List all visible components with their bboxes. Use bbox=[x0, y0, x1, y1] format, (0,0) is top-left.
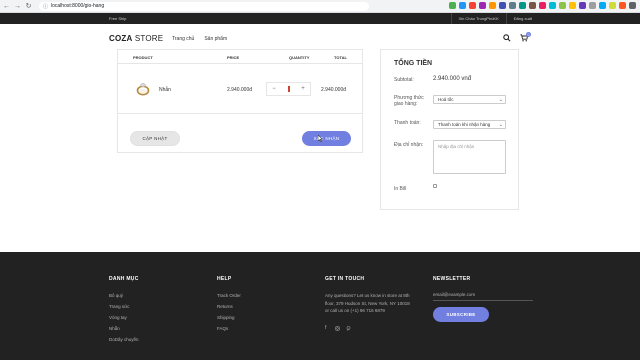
pinterest-icon[interactable] bbox=[346, 326, 351, 331]
chevron-down-icon: ⌄ bbox=[498, 97, 503, 103]
footer-category-link[interactable]: DoDây chuyền bbox=[109, 337, 139, 342]
ring-product-image[interactable] bbox=[135, 81, 151, 97]
footer-category-link[interactable]: Vòng tay bbox=[109, 315, 127, 320]
mouse-pointer-icon bbox=[318, 135, 323, 142]
extension-icon[interactable] bbox=[609, 2, 616, 9]
logo-bold: COZA bbox=[109, 34, 133, 43]
cart-table-header: PRODUCT PRICE QUANTITY TOTAL bbox=[118, 50, 362, 64]
footer-newsletter-title: NEWSLETTER bbox=[433, 276, 471, 282]
column-product: PRODUCT bbox=[133, 55, 153, 60]
footer-categories-title: DANH MỤC bbox=[109, 276, 139, 282]
payment-select[interactable]: Thanh toán khi nhận hàng ⌄ bbox=[433, 120, 506, 129]
logout-link[interactable]: Đăng xuất bbox=[505, 13, 539, 24]
print-bill-checkbox[interactable] bbox=[433, 184, 437, 188]
site-footer: DANH MỤC Bô quý Trang sức Vòng tay Nhẫn … bbox=[0, 252, 640, 360]
address-bar[interactable]: ⓘ localhost:8000/gio-hang bbox=[39, 1, 369, 11]
extension-icon[interactable] bbox=[589, 2, 596, 9]
footer-help-link[interactable]: Shipping bbox=[217, 315, 235, 320]
forward-icon[interactable]: → bbox=[13, 2, 22, 11]
extension-icon[interactable] bbox=[529, 2, 536, 9]
extension-icon[interactable] bbox=[619, 2, 626, 9]
increase-button[interactable]: + bbox=[296, 83, 310, 95]
extension-icon[interactable] bbox=[559, 2, 566, 9]
footer-help-link[interactable]: FAQs bbox=[217, 326, 228, 331]
extension-icon[interactable] bbox=[539, 2, 546, 9]
address-label: Địa chỉ nhận: bbox=[394, 142, 424, 148]
chevron-down-icon: ⌄ bbox=[498, 122, 503, 128]
print-bill-label: In Bill bbox=[394, 186, 407, 192]
totals-title: TỔNG TIỀN bbox=[394, 60, 433, 67]
update-cart-button[interactable]: CẬP NHẬT bbox=[130, 131, 180, 146]
footer-contact-title: GET IN TOUCH bbox=[325, 276, 365, 282]
quantity-stepper[interactable]: − 1 + bbox=[266, 82, 311, 96]
column-total: TOTAL bbox=[334, 55, 347, 60]
footer-category-link[interactable]: Nhẫn bbox=[109, 326, 120, 331]
product-name[interactable]: Nhẫn bbox=[159, 87, 171, 93]
user-greeting-link[interactable]: Xin Chào TrungPhúKK bbox=[450, 13, 506, 24]
decrease-button[interactable]: − bbox=[267, 83, 281, 95]
back-icon[interactable]: ← bbox=[2, 2, 11, 11]
cart-row: Nhẫn 2.940.000đ − 1 + 2.940.000đ bbox=[118, 64, 362, 114]
footer-help-link[interactable]: Track Order bbox=[217, 293, 241, 298]
facebook-icon[interactable]: f bbox=[325, 325, 326, 331]
subtotal-value: 2.940.000 vnđ bbox=[433, 76, 472, 82]
extension-icon[interactable] bbox=[489, 2, 496, 9]
extension-icon[interactable] bbox=[599, 2, 606, 9]
confirm-button[interactable]: XÁC NHẬN bbox=[302, 131, 351, 146]
payment-label: Thanh toán: bbox=[394, 120, 421, 126]
shipping-method-select[interactable]: Hoả tốc ⌄ bbox=[433, 95, 506, 104]
menu-item-products[interactable]: Sản phẩm bbox=[204, 36, 227, 42]
column-quantity: QUANTITY bbox=[289, 55, 310, 60]
browser-toolbar: ← → ↻ ⓘ localhost:8000/gio-hang bbox=[0, 0, 640, 13]
info-icon: ⓘ bbox=[43, 3, 49, 10]
search-icon[interactable] bbox=[503, 34, 511, 42]
text-cursor bbox=[287, 86, 290, 92]
footer-contact-text: Any questions? Let us know in store at 8… bbox=[325, 293, 410, 313]
extension-icon[interactable] bbox=[519, 2, 526, 9]
extension-icon[interactable] bbox=[449, 2, 456, 9]
shipping-method-label: Phương thức giao hàng: bbox=[394, 95, 424, 107]
extension-icon[interactable] bbox=[479, 2, 486, 9]
address-textarea[interactable]: Nhập địa chỉ nhận bbox=[433, 140, 506, 174]
free-ship-text: Free Ship bbox=[109, 16, 127, 21]
footer-help-link[interactable]: Returns bbox=[217, 304, 233, 309]
footer-help-title: HELP bbox=[217, 276, 232, 282]
logo[interactable]: COZA STORE bbox=[109, 34, 163, 43]
column-price: PRICE bbox=[227, 55, 240, 60]
cart-totals-panel: TỔNG TIỀN Subtotal: 2.940.000 vnđ Phương… bbox=[380, 49, 519, 210]
instagram-icon[interactable] bbox=[335, 326, 340, 331]
footer-category-link[interactable]: Trang sức bbox=[109, 304, 129, 309]
menu-item-home[interactable]: Trang chủ bbox=[172, 36, 194, 42]
newsletter-email-input[interactable]: email@example.com bbox=[433, 292, 533, 301]
extension-icon[interactable] bbox=[579, 2, 586, 9]
extension-icon[interactable] bbox=[459, 2, 466, 9]
product-price: 2.940.000đ bbox=[227, 87, 253, 93]
subtotal-label: Subtotal: bbox=[394, 77, 414, 83]
payment-value: Thanh toán khi nhận hàng bbox=[438, 122, 491, 127]
product-total: 2.940.000đ bbox=[321, 87, 347, 93]
top-bar: Free Ship Xin Chào TrungPhúKK Đăng xuất bbox=[0, 13, 640, 24]
main-menu: Trang chủ Sản phẩm bbox=[172, 36, 227, 42]
footer-category-link[interactable]: Bô quý bbox=[109, 293, 123, 298]
site-header: COZA STORE Trang chủ Sản phẩm 0 bbox=[0, 24, 640, 52]
cart-count-badge: 0 bbox=[526, 32, 531, 37]
reload-icon[interactable]: ↻ bbox=[24, 2, 33, 11]
extension-icons bbox=[449, 2, 636, 9]
extension-icon[interactable] bbox=[509, 2, 516, 9]
extension-icon[interactable] bbox=[469, 2, 476, 9]
extension-icon[interactable] bbox=[549, 2, 556, 9]
logo-rest: STORE bbox=[132, 34, 164, 43]
cart-table: PRODUCT PRICE QUANTITY TOTAL Nhẫn 2.940.… bbox=[117, 49, 363, 153]
shipping-method-value: Hoả tốc bbox=[438, 97, 454, 102]
subscribe-button[interactable]: SUBSCRIBE bbox=[433, 307, 489, 322]
quantity-input[interactable]: 1 bbox=[281, 83, 296, 95]
address-bar-url: localhost:8000/gio-hang bbox=[51, 3, 105, 9]
extension-icon[interactable] bbox=[569, 2, 576, 9]
extension-icon[interactable] bbox=[499, 2, 506, 9]
menu-dots-icon[interactable] bbox=[629, 2, 636, 9]
